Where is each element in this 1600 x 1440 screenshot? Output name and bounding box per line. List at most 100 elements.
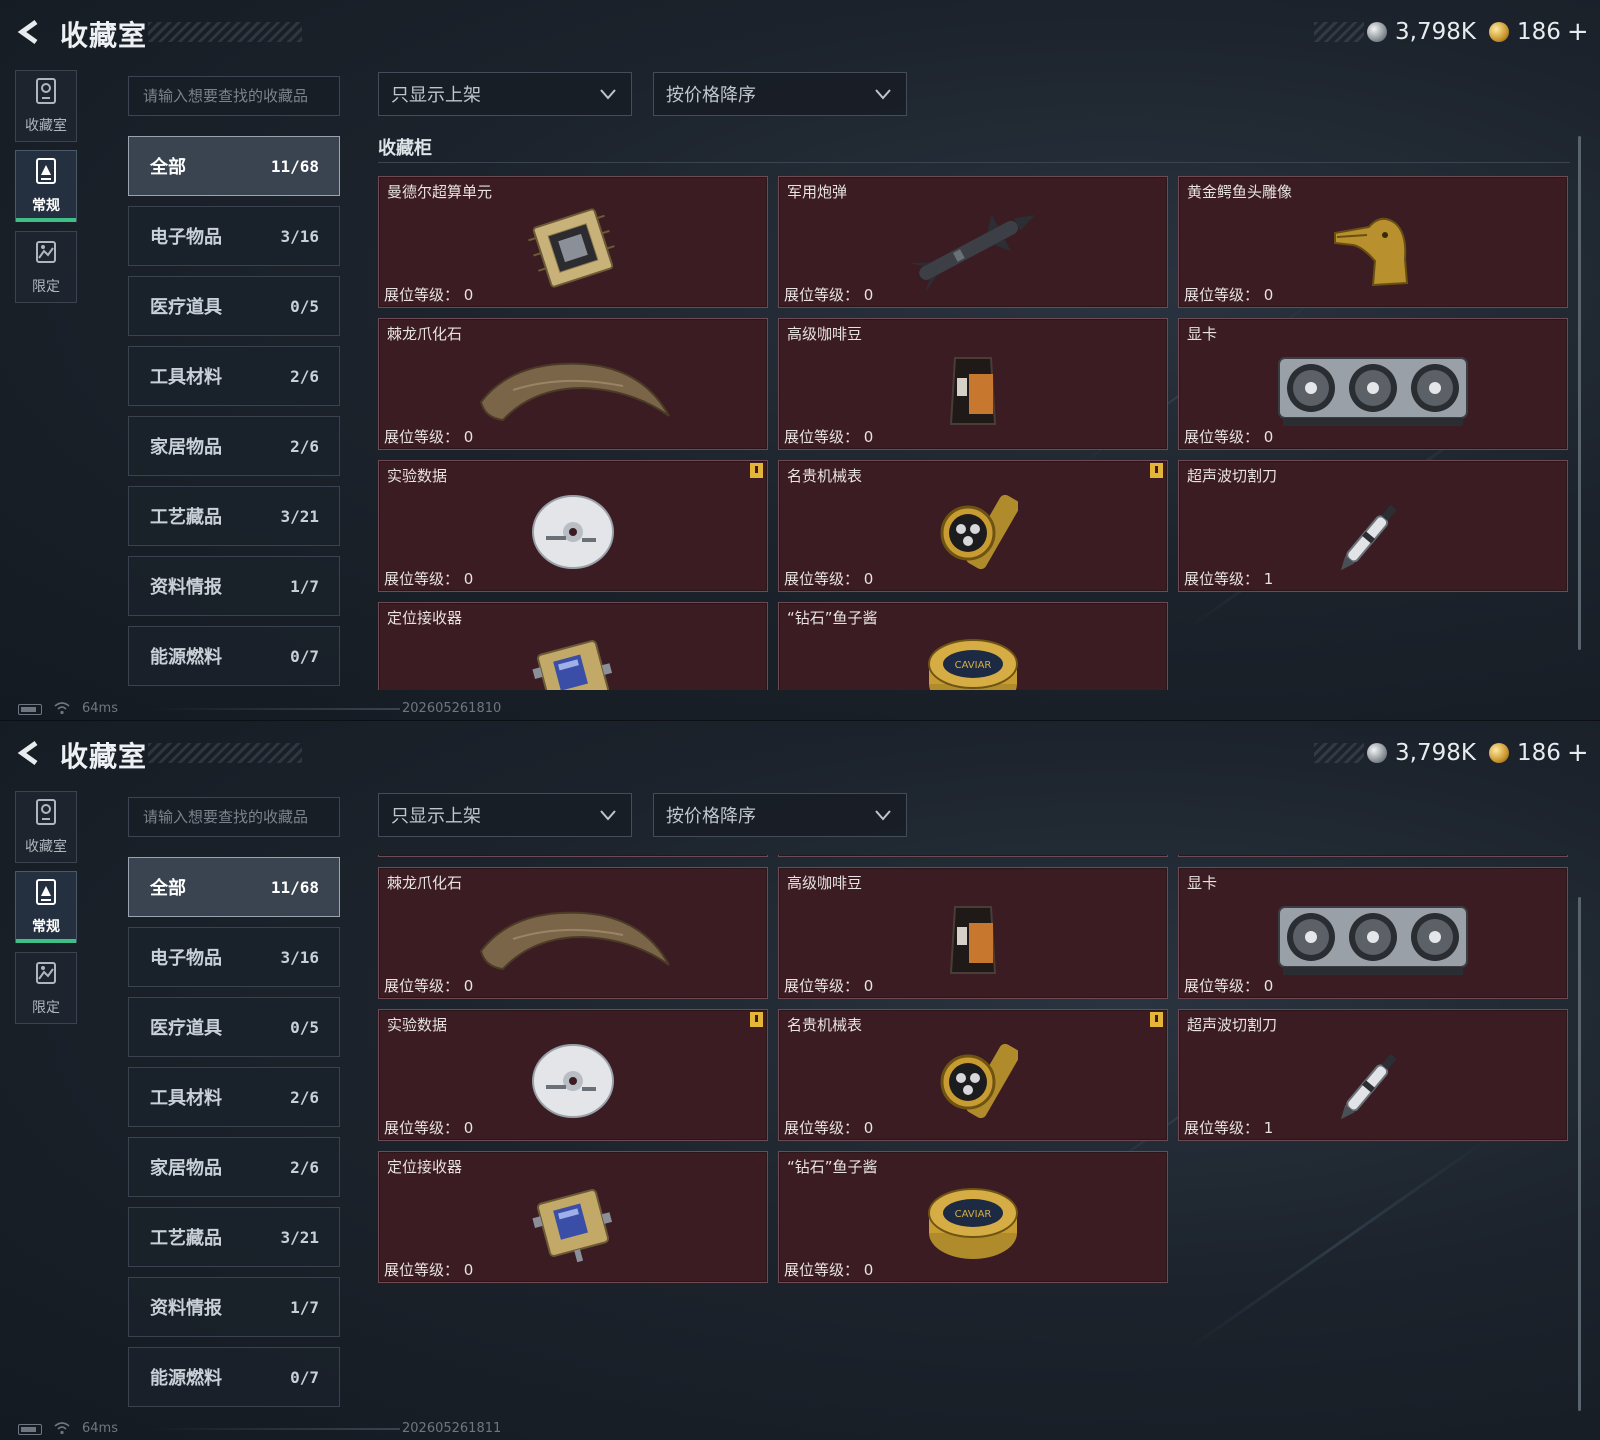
disc-icon [528, 490, 618, 578]
category-label: 能源燃料 [150, 647, 222, 668]
collection-card[interactable]: 名贵机械表 展位等级： 0 [778, 460, 1168, 592]
gold-currency[interactable]: 186 + [1489, 737, 1589, 769]
category-item[interactable]: 能源燃料 0/7 [128, 626, 340, 686]
status-divider [150, 708, 400, 710]
category-item[interactable]: 全部 11/68 [128, 136, 340, 196]
category-label: 工艺藏品 [150, 1228, 222, 1249]
upload-icon [34, 157, 58, 189]
booth-level-value: 1 [1263, 1119, 1274, 1137]
category-item[interactable]: 医疗道具 0/5 [128, 997, 340, 1057]
category-item[interactable]: 工具材料 2/6 [128, 1067, 340, 1127]
receiver-icon [523, 1178, 623, 1272]
category-item[interactable]: 家居物品 2/6 [128, 416, 340, 476]
header: 收藏室 3,798K 186 + [0, 0, 1600, 64]
back-button[interactable] [14, 16, 46, 48]
rail-item-label: 收藏室 [25, 839, 67, 855]
item-name: 名贵机械表 [787, 1016, 863, 1034]
category-item[interactable]: 工艺藏品 3/21 [128, 486, 340, 546]
title-decoration [148, 743, 302, 763]
knife-icon [1323, 482, 1423, 586]
gold-currency[interactable]: 186 + [1489, 16, 1589, 48]
collection-card[interactable]: 定位接收器 展位等级： 0 [378, 1151, 768, 1283]
collection-card[interactable]: 实验数据 展位等级： 0 [378, 460, 768, 592]
booth-level-value: 0 [1263, 286, 1274, 304]
shelf-filter-dropdown[interactable]: 只显示上架 [378, 72, 632, 116]
collection-card[interactable]: 曼德尔超算单元 展位等级： 0 [378, 176, 768, 308]
category-item[interactable]: 医疗道具 0/5 [128, 276, 340, 336]
category-count: 11/68 [270, 156, 319, 176]
rail-item-2[interactable]: 限定 [15, 952, 77, 1024]
gold-coin-icon [1489, 743, 1509, 763]
rail-item-label: 收藏室 [25, 118, 67, 134]
knife-icon [1323, 1031, 1423, 1135]
rail-item-2[interactable]: 限定 [15, 231, 77, 303]
search-input[interactable] [128, 797, 340, 837]
category-label: 医疗道具 [150, 297, 222, 318]
collection-card[interactable]: 定位接收器 展位等级： 0 [378, 602, 768, 690]
collection-card[interactable]: 高级咖啡豆 展位等级： 0 [778, 318, 1168, 450]
category-label: 工具材料 [150, 367, 222, 388]
collection-card[interactable]: 黄金鳄鱼头雕像 展位等级： 0 [1178, 176, 1568, 308]
back-arrow-icon [17, 740, 38, 766]
back-button[interactable] [14, 737, 46, 769]
collection-card[interactable]: “钻石”鱼子酱 CAVIAR 展位等级： 0 [778, 1151, 1168, 1283]
booth-level-label: 展位等级： [384, 1119, 460, 1137]
collection-card[interactable]: 军用炮弹 展位等级： 0 [778, 855, 1168, 857]
item-name: 高级咖啡豆 [787, 874, 863, 892]
booth-level-value: 0 [463, 1119, 474, 1137]
sort-dropdown[interactable]: 按价格降序 [653, 72, 907, 116]
collection-card[interactable]: 名贵机械表 展位等级： 0 [778, 1009, 1168, 1141]
rail-item-0[interactable]: 收藏室 [15, 791, 77, 863]
search-input[interactable] [128, 76, 340, 116]
category-item[interactable]: 资料情报 1/7 [128, 556, 340, 616]
shelf-filter-dropdown[interactable]: 只显示上架 [378, 793, 632, 837]
collection-card[interactable]: 显卡 展位等级： 0 [1178, 318, 1568, 450]
collection-card[interactable]: 曼德尔超算单元 展位等级： 0 [378, 855, 768, 857]
category-item[interactable]: 全部 11/68 [128, 857, 340, 917]
collection-card[interactable]: 高级咖啡豆 展位等级： 0 [778, 867, 1168, 999]
collection-card[interactable]: 实验数据 展位等级： 0 [378, 1009, 768, 1141]
add-gold-button[interactable]: + [1567, 17, 1589, 47]
cpu-chip-icon [523, 203, 623, 297]
collection-card[interactable]: 棘龙爪化石 展位等级： 0 [378, 318, 768, 450]
item-name: 高级咖啡豆 [787, 325, 863, 343]
category-item[interactable]: 电子物品 3/16 [128, 927, 340, 987]
category-item[interactable]: 资料情报 1/7 [128, 1277, 340, 1337]
collection-card[interactable]: 超声波切割刀 展位等级： 1 [1178, 1009, 1568, 1141]
wifi-icon [54, 702, 70, 715]
category-item[interactable]: 家居物品 2/6 [128, 1137, 340, 1197]
collection-card[interactable]: “钻石”鱼子酱 CAVIAR 展位等级： 0 [778, 602, 1168, 690]
booth-level: 展位等级： 0 [1184, 284, 1273, 305]
category-item[interactable]: 能源燃料 0/7 [128, 1347, 340, 1407]
caviar-tin-icon: CAVIAR [923, 632, 1023, 690]
collection-card[interactable]: 棘龙爪化石 展位等级： 0 [378, 867, 768, 999]
category-item[interactable]: 工艺藏品 3/21 [128, 1207, 340, 1267]
booth-level-value: 0 [863, 977, 874, 995]
category-label: 电子物品 [150, 948, 222, 969]
category-item[interactable]: 工具材料 2/6 [128, 346, 340, 406]
collection-card[interactable]: 超声波切割刀 展位等级： 1 [1178, 460, 1568, 592]
category-count: 0/7 [290, 646, 319, 666]
booth-level-label: 展位等级： [384, 570, 460, 588]
category-item[interactable]: 电子物品 3/16 [128, 206, 340, 266]
shelf-filter-value: 只显示上架 [391, 85, 481, 106]
chevron-down-icon [875, 810, 891, 821]
booth-level-label: 展位等级： [1184, 428, 1260, 446]
sort-dropdown[interactable]: 按价格降序 [653, 793, 907, 837]
rail-item-0[interactable]: 收藏室 [15, 70, 77, 142]
rail-item-1[interactable]: 常规 [15, 871, 77, 943]
collection-card[interactable]: 显卡 展位等级： 0 [1178, 867, 1568, 999]
collection-card[interactable]: 黄金鳄鱼头雕像 展位等级： 0 [1178, 855, 1568, 857]
section-divider [378, 162, 1570, 163]
sort-value: 按价格降序 [666, 85, 756, 106]
category-count: 3/16 [280, 226, 319, 246]
collection-card[interactable]: 军用炮弹 展位等级： 0 [778, 176, 1168, 308]
category-count: 2/6 [290, 1157, 319, 1177]
rail-item-1[interactable]: 常规 [15, 150, 77, 222]
add-gold-button[interactable]: + [1567, 738, 1589, 768]
category-count: 3/16 [280, 947, 319, 967]
category-count: 0/5 [290, 296, 319, 316]
chevron-down-icon [600, 89, 616, 100]
category-count: 11/68 [270, 877, 319, 897]
claw-fossil-icon [473, 899, 673, 983]
